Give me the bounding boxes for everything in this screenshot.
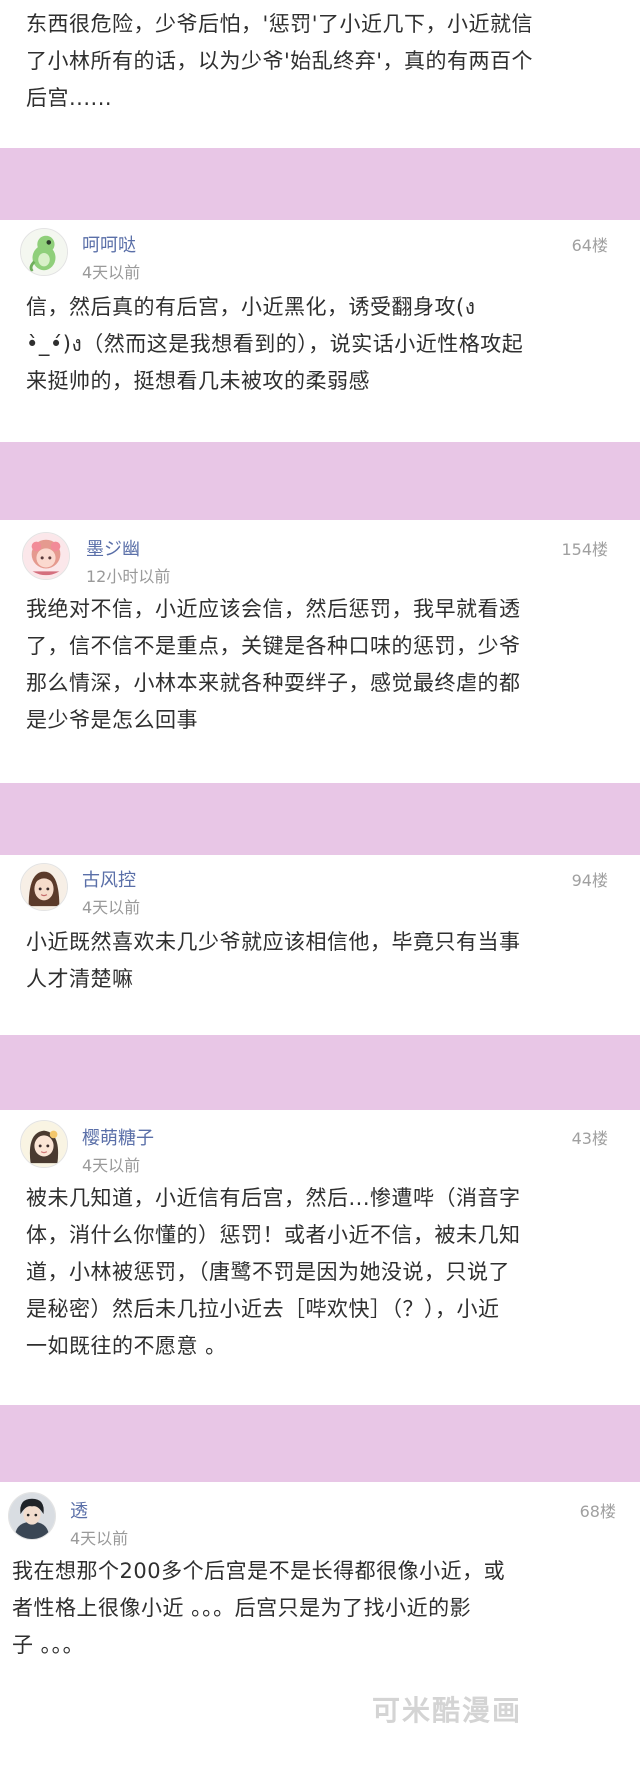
comment-text: 我绝对不信，小近应该会信，然后惩罚，我早就看透 了，信不信不是重点，关键是各种口… (26, 591, 521, 739)
comment-text: 小近既然喜欢未几少爷就应该相信他，毕竟只有当事 人才清楚嘛 (26, 924, 521, 998)
text-line: 后宫...... (26, 86, 113, 110)
text-line: 是秘密）然后未几拉小近去［哔欢快］（？），小近 (26, 1297, 500, 1321)
comment-text: 信，然后真的有后宫，小近黑化，诱受翻身攻(ง •̀_•́)ง（然而这是我想看到的… (26, 289, 523, 400)
watermark-logo: 可米酷漫画 (372, 1694, 523, 1727)
comment-card[interactable]: 樱萌糖子 4天以前 43楼 被未几知道，小近信有后宫，然后...惨遭哔（消音字 … (0, 1110, 640, 1405)
post-time: 4天以前 (82, 898, 141, 917)
post-time: 4天以前 (70, 1529, 129, 1548)
post-time: 4天以前 (82, 1156, 141, 1175)
text-line: 道，小林被惩罚，（唐鹭不罚是因为她没说，只说了 (26, 1260, 510, 1284)
text-line: •̀_•́)ง（然而这是我想看到的），说实话小近性格攻起 (26, 332, 524, 356)
text-line: 小近既然喜欢未几少爷就应该相信他，毕竟只有当事 (26, 930, 521, 954)
ancient-style-girl-avatar-icon[interactable] (20, 863, 68, 911)
username[interactable]: 透 (70, 1497, 88, 1523)
text-line: 了，信不信不是重点，关键是各种口味的惩罚，少爷 (26, 634, 521, 658)
text-line: 体，消什么你懂的）惩罚！或者小近不信，被未几知 (26, 1223, 521, 1247)
floor-number: 43楼 (571, 1129, 608, 1148)
text-line: 了小林所有的话，以为少爷'始乱终弃'，真的有两百个 (26, 49, 534, 73)
username[interactable]: 墨ジ幽 (86, 535, 140, 561)
username[interactable]: 樱萌糖子 (82, 1124, 154, 1150)
post-time: 4天以前 (82, 263, 141, 282)
comment-card[interactable]: 古风控 4天以前 94楼 小近既然喜欢未几少爷就应该相信他，毕竟只有当事 人才清… (0, 855, 640, 1035)
comment-card-top: 东西很危险，少爷后怕，'惩罚'了小近几下，小近就信 了小林所有的话，以为少爷'始… (0, 0, 640, 148)
dark-hair-boy-avatar-icon[interactable] (8, 1492, 56, 1540)
text-line: 信，然后真的有后宫，小近黑化，诱受翻身攻(ง (26, 295, 476, 319)
text-line: 一如既往的不愿意 。 (26, 1334, 227, 1358)
comment-text: 东西很危险，少爷后怕，'惩罚'了小近几下，小近就信 了小林所有的话，以为少爷'始… (26, 6, 533, 117)
floor-number: 64楼 (571, 236, 608, 255)
green-dinosaur-avatar-icon[interactable] (20, 228, 68, 276)
comment-card[interactable]: 透 4天以前 68楼 我在想那个200多个后宫是不是长得都很像小近，或 者性格上… (0, 1482, 640, 1778)
sweet-girl-avatar-icon[interactable] (20, 1120, 68, 1168)
text-line: 被未几知道，小近信有后宫，然后...惨遭哔（消音字 (26, 1186, 521, 1210)
username[interactable]: 呵呵哒 (82, 231, 136, 257)
text-line: 是少爷是怎么回事 (26, 708, 198, 732)
text-line: 那么情深，小林本来就各种耍绊子，感觉最终虐的都 (26, 671, 521, 695)
post-time: 12小时以前 (86, 567, 171, 586)
comment-card[interactable]: 呵呵哒 4天以前 64楼 信，然后真的有后宫，小近黑化，诱受翻身攻(ง •̀_•… (0, 220, 640, 442)
comment-text: 被未几知道，小近信有后宫，然后...惨遭哔（消音字 体，消什么你懂的）惩罚！或者… (26, 1180, 521, 1365)
text-line: 来挺帅的，挺想看几未被攻的柔弱感 (26, 369, 370, 393)
username[interactable]: 古风控 (82, 866, 136, 892)
text-line: 我在想那个200多个后宫是不是长得都很像小近，或 (12, 1559, 506, 1583)
anime-girl-avatar-icon[interactable] (22, 532, 70, 580)
text-line: 者性格上很像小近 。。。后宫只是为了找小近的影 (12, 1596, 472, 1620)
text-line: 人才清楚嘛 (26, 967, 134, 991)
comment-text: 我在想那个200多个后宫是不是长得都很像小近，或 者性格上很像小近 。。。后宫只… (12, 1553, 505, 1664)
text-line: 我绝对不信，小近应该会信，然后惩罚，我早就看透 (26, 597, 521, 621)
comment-card[interactable]: 墨ジ幽 12小时以前 154楼 我绝对不信，小近应该会信，然后惩罚，我早就看透 … (0, 520, 640, 783)
floor-number: 68楼 (579, 1502, 616, 1521)
floor-number: 94楼 (571, 871, 608, 890)
text-line: 东西很危险，少爷后怕，'惩罚'了小近几下，小近就信 (26, 12, 534, 36)
floor-number: 154楼 (561, 540, 608, 559)
text-line: 子 。。。 (12, 1633, 85, 1657)
